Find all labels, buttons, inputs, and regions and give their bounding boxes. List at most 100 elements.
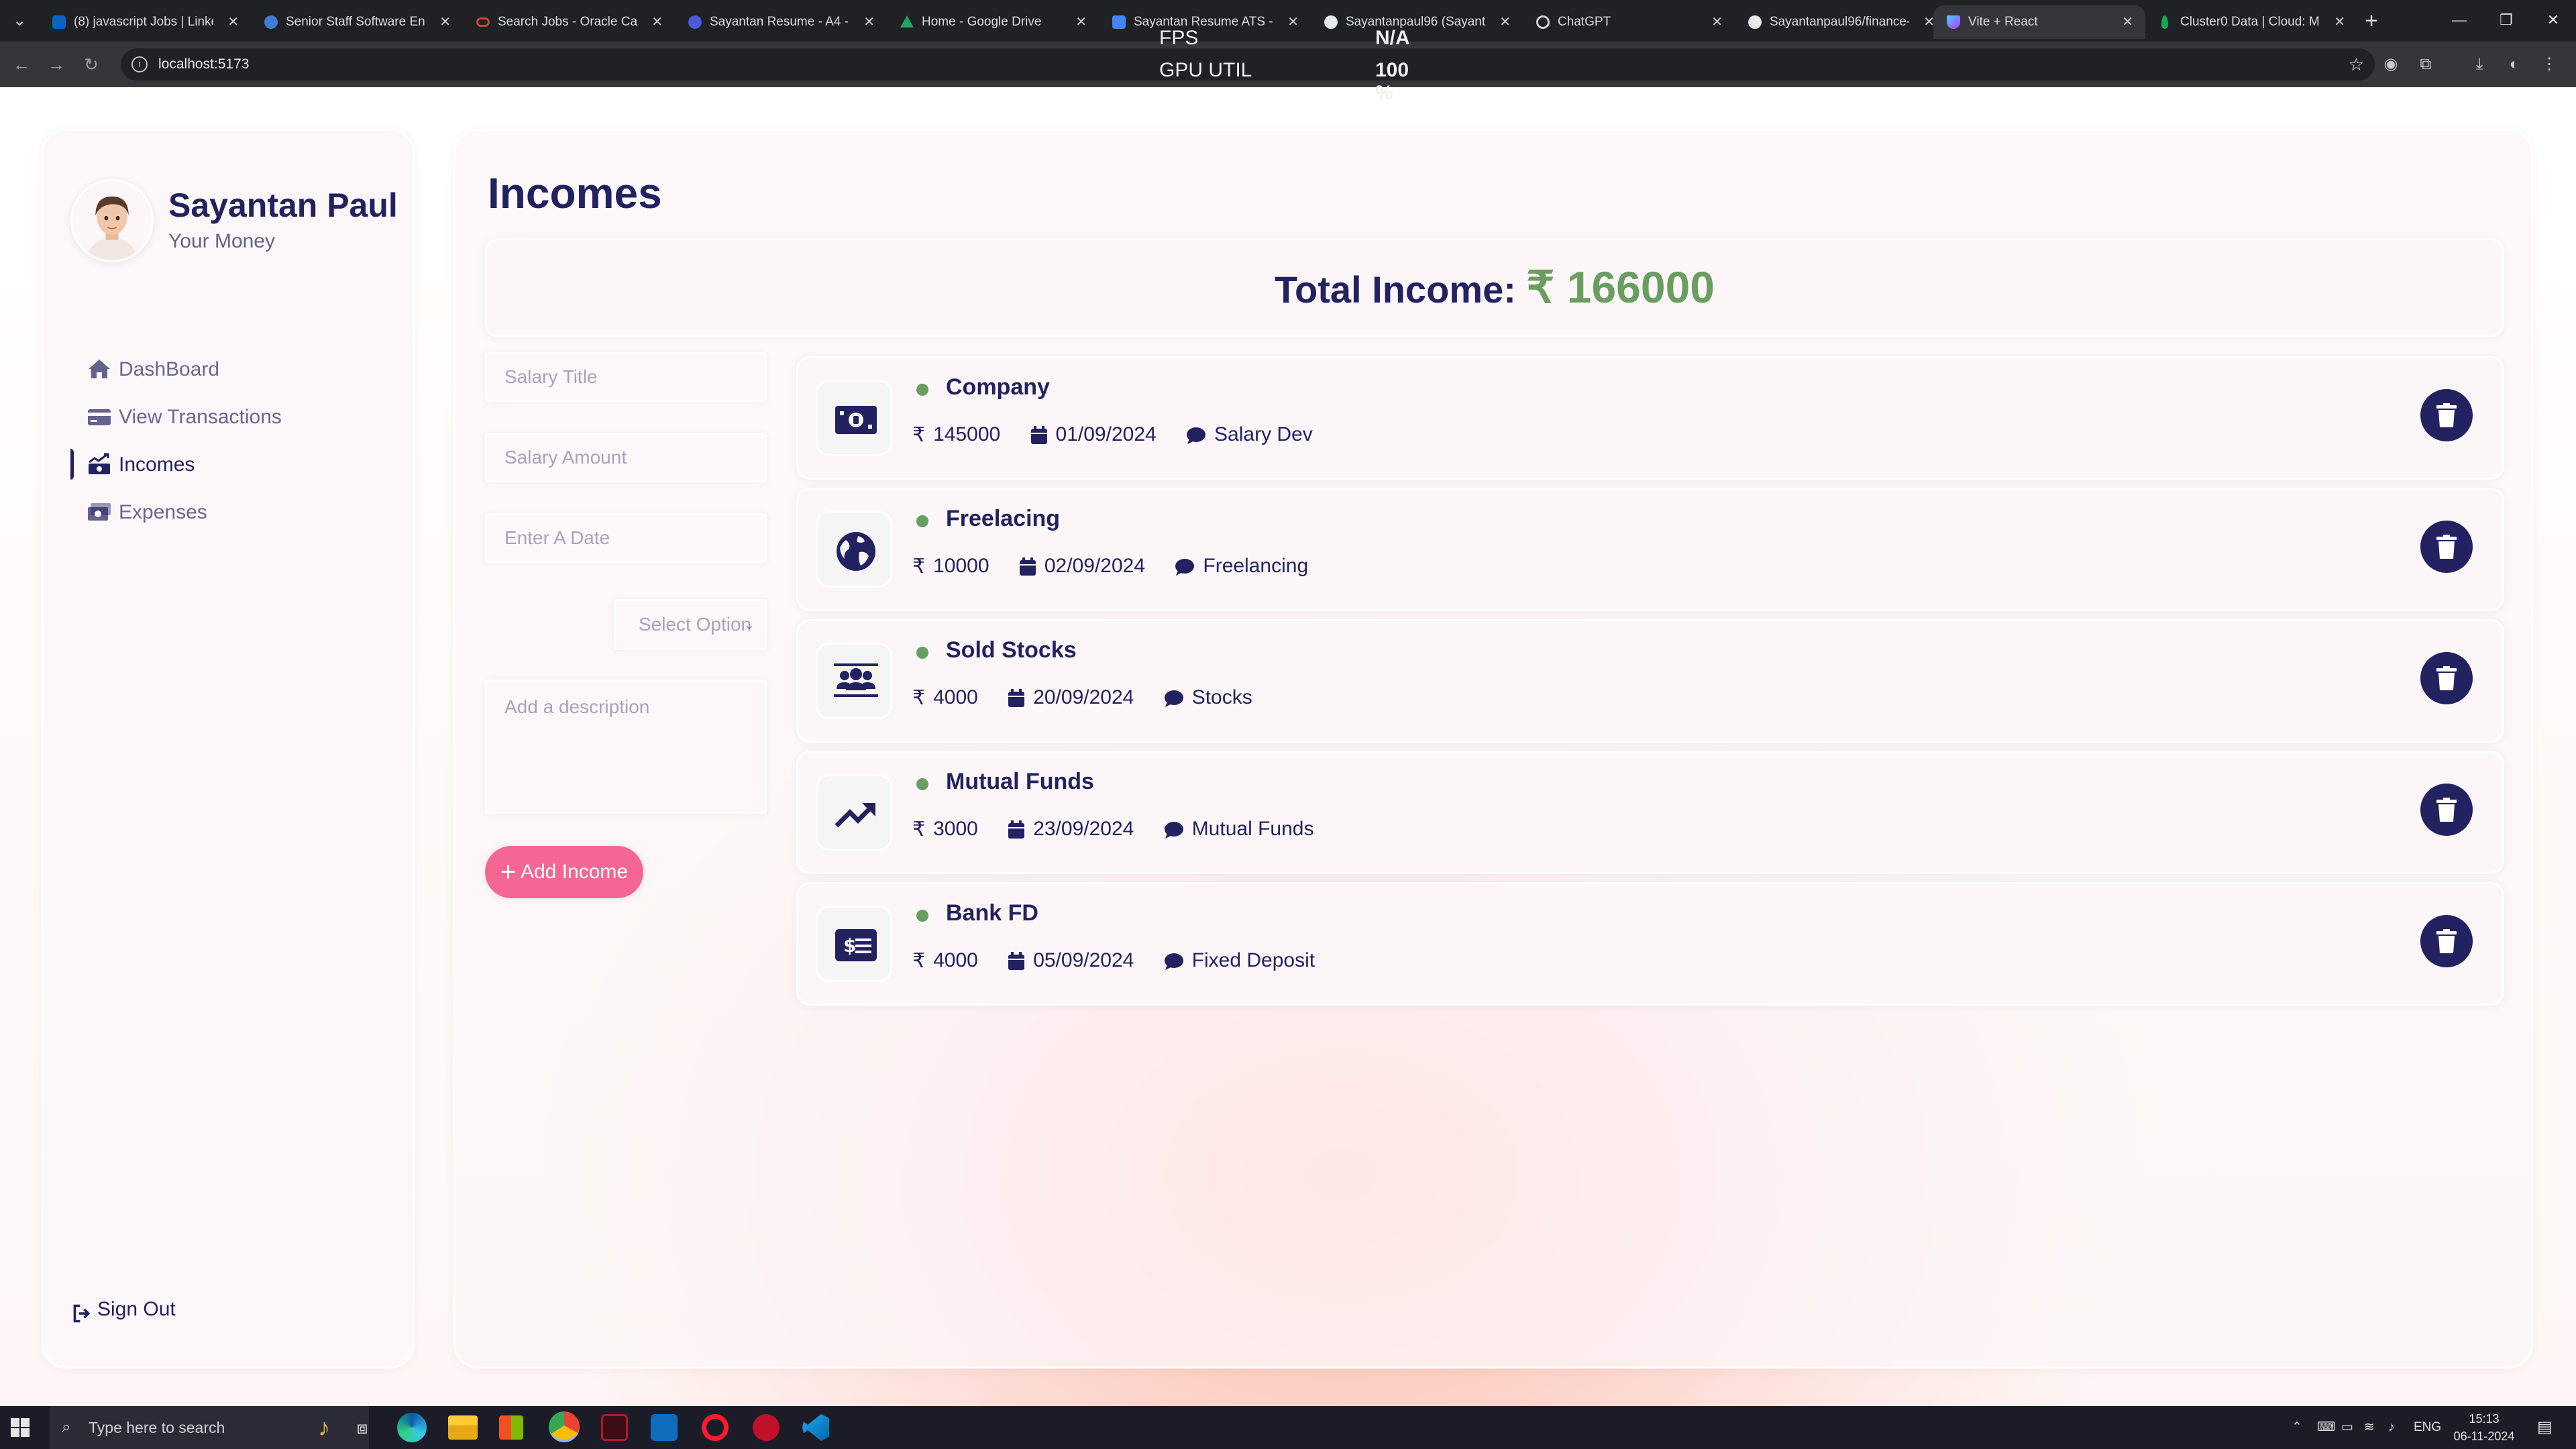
description-placeholder: Add a description <box>504 696 650 717</box>
browser-tab[interactable]: Sayantanpaul96/finance-t ✕ <box>1735 5 1947 39</box>
minimize-icon[interactable]: — <box>2439 7 2479 34</box>
network-icon[interactable]: ⌨ <box>2317 1406 2335 1449</box>
salary-title-input[interactable] <box>485 352 767 402</box>
income-amount: ₹145000 <box>912 420 1000 450</box>
url-text[interactable]: localhost:5173 <box>158 48 249 80</box>
vscode-icon[interactable] <box>802 1414 829 1441</box>
extensions-puzzle-icon[interactable]: ⧉ <box>2415 54 2436 75</box>
user-subtitle: Your Money <box>168 230 275 252</box>
microsoft-store-icon[interactable] <box>499 1415 523 1440</box>
search-highlight-saxophone-icon: ♪ <box>318 1413 330 1441</box>
edge-icon[interactable] <box>397 1413 427 1442</box>
income-title: Sold Stocks <box>946 637 1077 663</box>
outlook-icon[interactable] <box>651 1414 678 1441</box>
gpu-row: GPU UTIL 100 % <box>1154 59 1422 104</box>
category-select[interactable]: Select Option ⌄ <box>614 599 767 650</box>
vite-icon <box>1947 15 1960 29</box>
calendar-icon <box>1030 426 1047 445</box>
mongodb-leaf-icon <box>2161 15 2168 29</box>
red-app-icon[interactable] <box>753 1414 780 1441</box>
delete-button[interactable] <box>2420 915 2473 967</box>
income-item: Company ₹145000 01/09/2024 Salary Dev <box>796 356 2504 480</box>
income-amount: ₹4000 <box>912 683 978 713</box>
close-icon[interactable]: ✕ <box>651 5 663 39</box>
close-icon[interactable]: ✕ <box>439 5 451 39</box>
income-description: Mutual Funds <box>1164 814 1313 844</box>
date-input[interactable] <box>485 513 767 563</box>
income-meta: ₹10000 02/09/2024 Freelancing <box>912 551 1332 581</box>
income-category-icon-box: $ <box>816 906 892 982</box>
income-item: Sold Stocks ₹4000 20/09/2024 Stocks <box>796 619 2504 743</box>
close-icon[interactable]: ✕ <box>1075 5 1087 39</box>
delete-button[interactable] <box>2420 652 2473 704</box>
browser-tab[interactable]: Search Jobs - Oracle Care ✕ <box>463 5 675 39</box>
comment-icon <box>1187 427 1206 445</box>
income-description: Salary Dev <box>1186 420 1313 449</box>
sidebar-item-view-transactions[interactable]: View Transactions <box>44 393 413 441</box>
window-close-icon[interactable]: ✕ <box>2533 7 2573 34</box>
close-icon[interactable]: ✕ <box>2334 5 2345 39</box>
site-info-icon[interactable]: i <box>131 56 148 72</box>
browser-tab[interactable]: ChatGPT ✕ <box>1523 5 1735 39</box>
download-icon[interactable]: ⤓ <box>2469 54 2490 75</box>
file-explorer-icon[interactable] <box>448 1415 478 1440</box>
kebab-menu-icon[interactable]: ⋮ <box>2538 54 2560 75</box>
chrome-icon[interactable] <box>549 1411 580 1442</box>
new-tab-plus-icon[interactable]: + <box>2359 8 2384 34</box>
profile-avatar-icon[interactable]: ◐ <box>2504 54 2525 75</box>
income-description: Stocks <box>1164 683 1252 712</box>
tab-search-chevron-icon[interactable]: ⌄ <box>7 8 32 34</box>
delete-button[interactable] <box>2420 521 2473 573</box>
sidebar-item-expenses[interactable]: Expenses <box>44 488 413 536</box>
windows-start-icon[interactable] <box>11 1418 30 1437</box>
close-icon[interactable]: ✕ <box>863 5 875 39</box>
browser-tab-active[interactable]: Vite + React ✕ <box>1933 5 2145 39</box>
sidebar-item-dashboard[interactable]: DashBoard <box>44 345 413 393</box>
battery-icon[interactable]: ▭ <box>2341 1406 2353 1449</box>
close-icon[interactable]: ✕ <box>2122 5 2133 39</box>
close-icon[interactable]: ✕ <box>1499 5 1511 39</box>
delete-button[interactable] <box>2420 784 2473 836</box>
close-icon[interactable]: ✕ <box>227 5 239 39</box>
tray-chevron-icon[interactable]: ⌃ <box>2292 1406 2302 1449</box>
browser-tab[interactable]: (8) javascript Jobs | Linked ✕ <box>39 5 251 39</box>
trash-icon <box>2436 403 2457 427</box>
description-textarea[interactable]: Add a description <box>485 680 767 814</box>
browser-tab[interactable]: Cluster0 Data | Cloud: Mo ✕ <box>2145 5 2357 39</box>
volume-icon[interactable]: ♪ <box>2388 1406 2395 1449</box>
opera-icon[interactable] <box>702 1414 729 1441</box>
browser-tab[interactable]: Senior Staff Software Engi ✕ <box>251 5 463 39</box>
restore-icon[interactable]: ❐ <box>2486 7 2526 34</box>
income-date: 02/09/2024 <box>1019 551 1145 581</box>
user-avatar-icon <box>86 196 138 260</box>
browser-tab[interactable]: Home - Google Drive ✕ <box>887 5 1099 39</box>
income-description-value: Fixed Deposit <box>1191 949 1316 971</box>
back-arrow-icon[interactable]: ← <box>8 51 35 78</box>
close-icon[interactable]: ✕ <box>1711 5 1723 39</box>
sidebar-item-incomes[interactable]: Incomes <box>44 441 413 488</box>
forward-arrow-icon[interactable]: → <box>43 51 70 78</box>
taskbar-search-box[interactable]: ⌕ Type here to search ♪ <box>50 1406 369 1449</box>
notification-icon[interactable]: ▤ <box>2537 1406 2553 1449</box>
add-income-button[interactable]: + Add Income <box>485 846 643 898</box>
salary-amount-input[interactable] <box>485 433 767 482</box>
wifi-icon[interactable]: ≋ <box>2364 1406 2375 1449</box>
profile-extension-icon[interactable]: ◉ <box>2380 54 2402 75</box>
reload-icon[interactable]: ↻ <box>78 51 105 78</box>
trash-icon <box>2436 798 2457 822</box>
app-background: Sayantan Paul Your Money DashBoard View … <box>0 87 2576 1406</box>
browser-tab[interactable]: Sayantan Resume - A4 - C ✕ <box>675 5 887 39</box>
delete-button[interactable] <box>2420 389 2473 441</box>
task-view-icon[interactable]: ⧈ <box>347 1413 377 1442</box>
signout-label: Sign Out <box>97 1298 176 1320</box>
game-app-icon[interactable] <box>601 1414 628 1441</box>
taskbar-clock[interactable]: 15:13 06-11-2024 <box>2447 1410 2521 1445</box>
oracle-icon <box>476 17 490 27</box>
rupee-icon: ₹ <box>912 687 926 710</box>
total-income-card: Total Income: ₹ 166000 <box>485 238 2504 337</box>
calendar-icon <box>1019 557 1036 576</box>
category-select-value: Select Option <box>639 614 752 635</box>
language-indicator[interactable]: ENG <box>2414 1406 2441 1449</box>
main-panel: Incomes Total Income: ₹ 166000 Select Op… <box>453 129 2533 1368</box>
bookmark-star-icon[interactable]: ☆ <box>2349 48 2364 80</box>
